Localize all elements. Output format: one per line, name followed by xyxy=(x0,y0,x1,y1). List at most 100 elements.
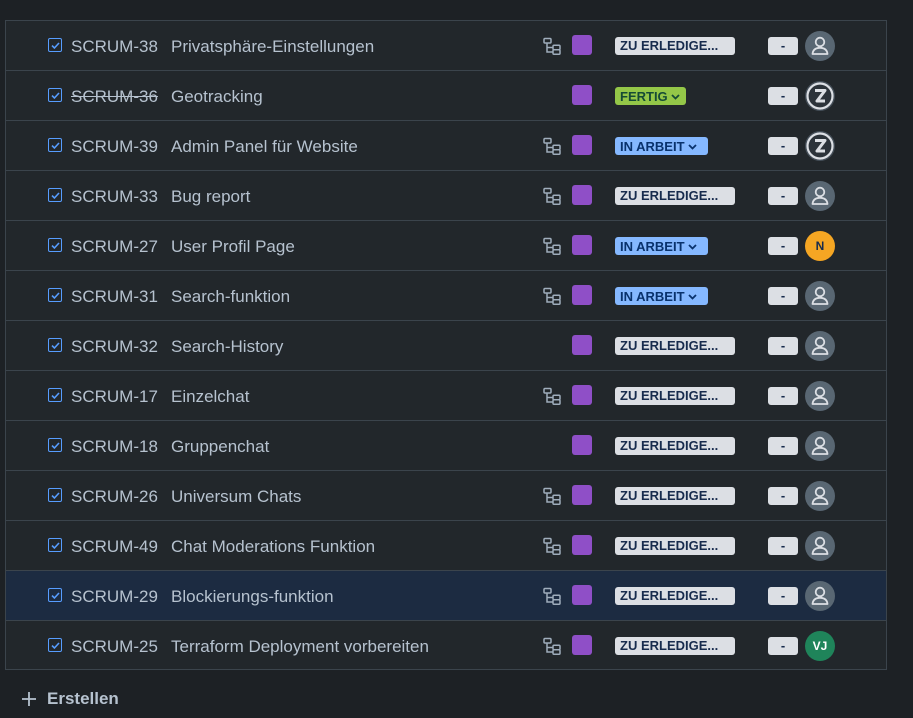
unassigned-avatar[interactable] xyxy=(805,581,835,611)
issue-summary[interactable]: Admin Panel für Website xyxy=(171,137,358,157)
epic-color-swatch[interactable] xyxy=(572,135,592,155)
status-dropdown[interactable]: ZU ERLEDIGE... xyxy=(615,587,735,605)
issue-summary[interactable]: User Profil Page xyxy=(171,237,295,257)
issue-key[interactable]: SCRUM-36 xyxy=(71,87,158,107)
issue-key[interactable]: SCRUM-18 xyxy=(71,437,158,457)
issue-summary[interactable]: Privatsphäre-Einstellungen xyxy=(171,37,374,57)
issue-row[interactable]: SCRUM-27 User Profil Page IN ARBEIT - N xyxy=(6,221,886,271)
status-dropdown[interactable]: IN ARBEIT xyxy=(615,287,708,305)
unassigned-avatar[interactable] xyxy=(805,331,835,361)
story-points-estimate[interactable]: - xyxy=(768,437,798,455)
epic-color-swatch[interactable] xyxy=(572,635,592,655)
unassigned-avatar[interactable] xyxy=(805,431,835,461)
child-issues-icon[interactable] xyxy=(542,136,562,156)
status-dropdown[interactable]: ZU ERLEDIGE... xyxy=(615,37,735,55)
story-points-estimate[interactable]: - xyxy=(768,637,798,655)
issue-key[interactable]: SCRUM-32 xyxy=(71,337,158,357)
assignee-avatar[interactable]: VJ xyxy=(805,631,835,661)
issue-key[interactable]: SCRUM-17 xyxy=(71,387,158,407)
issue-row[interactable]: SCRUM-26 Universum Chats ZU ERLEDIGE... - xyxy=(6,471,886,521)
child-issues-icon[interactable] xyxy=(542,586,562,606)
issue-key[interactable]: SCRUM-27 xyxy=(71,237,158,257)
story-points-estimate[interactable]: - xyxy=(768,337,798,355)
story-points-estimate[interactable]: - xyxy=(768,37,798,55)
epic-color-swatch[interactable] xyxy=(572,235,592,255)
status-dropdown[interactable]: ZU ERLEDIGE... xyxy=(615,637,735,655)
issue-row[interactable]: SCRUM-38 Privatsphäre-Einstellungen ZU ERL… xyxy=(6,21,886,71)
epic-color-swatch[interactable] xyxy=(572,585,592,605)
unassigned-avatar[interactable] xyxy=(805,531,835,561)
issue-key[interactable]: SCRUM-39 xyxy=(71,137,158,157)
epic-color-swatch[interactable] xyxy=(572,35,592,55)
issue-row[interactable]: SCRUM-31 Search-funktion IN ARBEIT - xyxy=(6,271,886,321)
story-points-estimate[interactable]: - xyxy=(768,487,798,505)
epic-color-swatch[interactable] xyxy=(572,285,592,305)
epic-color-swatch[interactable] xyxy=(572,485,592,505)
issue-summary[interactable]: Search-funktion xyxy=(171,287,290,307)
issue-summary[interactable]: Chat Moderations Funktion xyxy=(171,537,375,557)
issue-summary[interactable]: Blockierungs-funktion xyxy=(171,587,334,607)
child-issues-icon[interactable] xyxy=(542,486,562,506)
assignee-avatar[interactable] xyxy=(805,131,835,161)
story-points-estimate[interactable]: - xyxy=(768,87,798,105)
story-points-estimate[interactable]: - xyxy=(768,137,798,155)
status-dropdown[interactable]: ZU ERLEDIGE... xyxy=(615,337,735,355)
issue-summary[interactable]: Universum Chats xyxy=(171,487,301,507)
epic-color-swatch[interactable] xyxy=(572,435,592,455)
status-dropdown[interactable]: IN ARBEIT xyxy=(615,137,708,155)
unassigned-avatar[interactable] xyxy=(805,381,835,411)
issue-row[interactable]: SCRUM-49 Chat Moderations Funktion ZU ERLE… xyxy=(6,521,886,571)
epic-color-swatch[interactable] xyxy=(572,335,592,355)
issue-key[interactable]: SCRUM-49 xyxy=(71,537,158,557)
story-points-estimate[interactable]: - xyxy=(768,187,798,205)
epic-color-swatch[interactable] xyxy=(572,85,592,105)
issue-key[interactable]: SCRUM-38 xyxy=(71,37,158,57)
epic-color-swatch[interactable] xyxy=(572,185,592,205)
issue-row[interactable]: SCRUM-33 Bug report ZU ERLEDIGE... - xyxy=(6,171,886,221)
child-issues-icon[interactable] xyxy=(542,636,562,656)
status-dropdown[interactable]: FERTIG xyxy=(615,87,686,105)
issue-row[interactable]: SCRUM-18 Gruppenchat ZU ERLEDIGE... - xyxy=(6,421,886,471)
child-issues-icon[interactable] xyxy=(542,536,562,556)
status-dropdown[interactable]: ZU ERLEDIGE... xyxy=(615,537,735,555)
child-issues-icon[interactable] xyxy=(542,286,562,306)
issue-row[interactable]: SCRUM-36 Geotracking FERTIG - xyxy=(6,71,886,121)
story-points-estimate[interactable]: - xyxy=(768,537,798,555)
status-dropdown[interactable]: ZU ERLEDIGE... xyxy=(615,437,735,455)
status-dropdown[interactable]: ZU ERLEDIGE... xyxy=(615,387,735,405)
issue-key[interactable]: SCRUM-25 xyxy=(71,637,158,657)
story-points-estimate[interactable]: - xyxy=(768,237,798,255)
issue-summary[interactable]: Einzelchat xyxy=(171,387,249,407)
epic-color-swatch[interactable] xyxy=(572,385,592,405)
issue-summary[interactable]: Geotracking xyxy=(171,87,263,107)
issue-key[interactable]: SCRUM-33 xyxy=(71,187,158,207)
status-dropdown[interactable]: ZU ERLEDIGE... xyxy=(615,487,735,505)
child-issues-icon[interactable] xyxy=(542,36,562,56)
story-points-estimate[interactable]: - xyxy=(768,587,798,605)
status-dropdown[interactable]: ZU ERLEDIGE... xyxy=(615,187,735,205)
create-issue-button[interactable]: Erstellen xyxy=(20,688,119,710)
assignee-avatar[interactable]: N xyxy=(805,231,835,261)
child-issues-icon[interactable] xyxy=(542,186,562,206)
issue-summary[interactable]: Terraform Deployment vorbereiten xyxy=(171,637,429,657)
child-issues-icon[interactable] xyxy=(542,386,562,406)
issue-row[interactable]: SCRUM-32 Search-History ZU ERLEDIGE... - xyxy=(6,321,886,371)
assignee-avatar[interactable] xyxy=(805,81,835,111)
story-points-estimate[interactable]: - xyxy=(768,287,798,305)
issue-summary[interactable]: Gruppenchat xyxy=(171,437,269,457)
issue-key[interactable]: SCRUM-31 xyxy=(71,287,158,307)
issue-summary[interactable]: Search-History xyxy=(171,337,283,357)
unassigned-avatar[interactable] xyxy=(805,181,835,211)
issue-row[interactable]: SCRUM-39 Admin Panel für Website IN ARBEIT… xyxy=(6,121,886,171)
story-points-estimate[interactable]: - xyxy=(768,387,798,405)
issue-key[interactable]: SCRUM-26 xyxy=(71,487,158,507)
issue-row[interactable]: SCRUM-25 Terraform Deployment vorbereiten… xyxy=(6,621,886,671)
unassigned-avatar[interactable] xyxy=(805,281,835,311)
issue-row[interactable]: SCRUM-29 Blockierungs-funktion ZU ERLEDIGE… xyxy=(6,571,886,621)
unassigned-avatar[interactable] xyxy=(805,31,835,61)
issue-key[interactable]: SCRUM-29 xyxy=(71,587,158,607)
issue-row[interactable]: SCRUM-17 Einzelchat ZU ERLEDIGE... - xyxy=(6,371,886,421)
issue-summary[interactable]: Bug report xyxy=(171,187,250,207)
epic-color-swatch[interactable] xyxy=(572,535,592,555)
unassigned-avatar[interactable] xyxy=(805,481,835,511)
